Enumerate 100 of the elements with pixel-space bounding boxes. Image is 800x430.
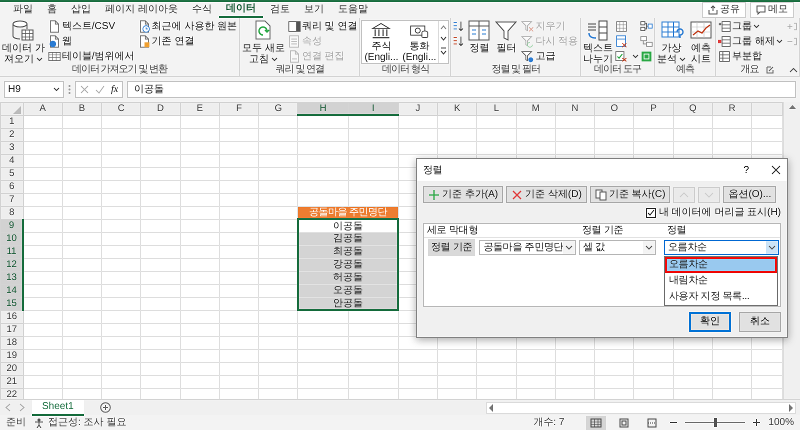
row-header[interactable]: 3 (0, 141, 23, 154)
sheet-tab[interactable]: Sheet1 (32, 400, 84, 416)
accessibility-button[interactable]: 접근성: 조사 필요 (34, 415, 126, 430)
table-cell[interactable]: 이공돌 (298, 219, 398, 232)
ribbon-button[interactable]: 필터 (493, 19, 520, 54)
column-header[interactable]: L (476, 102, 516, 116)
column-header[interactable]: O (594, 102, 634, 116)
ribbon-tab[interactable]: 홈 (40, 3, 64, 17)
column-header[interactable]: J (398, 102, 438, 116)
ribbon-tab[interactable]: 삽입 (64, 3, 98, 17)
column-header[interactable]: B (62, 102, 102, 116)
ribbon-button[interactable]: 가상 분석 (656, 19, 688, 65)
order-select[interactable]: 오름차순 (664, 240, 779, 254)
group-label: 쿼리 및 연결 (274, 64, 326, 76)
ribbon-tab[interactable]: 페이지 레이아웃 (98, 3, 185, 17)
ribbon-tab[interactable]: 도움말 (330, 3, 375, 17)
sort-on-select[interactable]: 셀 값 (579, 240, 656, 254)
toolbar-button[interactable]: 기준 추가(A) (423, 186, 504, 203)
table-cell[interactable]: 강공돌 (298, 258, 398, 272)
ribbon-button[interactable]: 테이블/범위에서 (46, 49, 136, 63)
column-select[interactable]: 공돌마을 주민명단 (479, 240, 576, 254)
column-header[interactable]: P (634, 102, 674, 116)
table-cell[interactable]: 오공돌 (298, 284, 398, 298)
row-header[interactable]: 4 (0, 154, 23, 168)
table-cell[interactable]: 허공돌 (298, 271, 398, 284)
ribbon-button[interactable]: 기존 연결 (136, 34, 238, 48)
column-header[interactable]: K (438, 102, 477, 116)
column-header[interactable]: F (219, 102, 259, 116)
column-header[interactable]: I (348, 102, 398, 116)
ribbon-button[interactable]: 모두 새로 고침 (241, 19, 286, 65)
ribbon-tab[interactable]: 검토 (262, 3, 297, 17)
column-header[interactable]: M (516, 102, 556, 116)
row-header[interactable]: 12 (0, 258, 23, 272)
ribbon-button[interactable]: 정렬 (466, 19, 492, 54)
column-header[interactable]: Q (673, 102, 712, 116)
ribbon-button[interactable]: 부분합 (717, 49, 784, 63)
row-header[interactable]: 19 (0, 349, 23, 362)
column-header[interactable]: G (258, 102, 298, 116)
share-button[interactable]: 공유 (702, 2, 746, 18)
row-header[interactable]: 1 (0, 115, 23, 128)
ok-button[interactable]: 확인 (689, 312, 731, 332)
ribbon-button[interactable]: 그룹 (717, 19, 784, 33)
row-header[interactable]: 16 (0, 310, 23, 324)
dropdown-option[interactable]: 내림차순 (665, 273, 777, 289)
table-cell[interactable]: 안공돌 (298, 297, 398, 310)
row-header[interactable]: 15 (0, 297, 23, 310)
name-box[interactable]: H9 (4, 81, 64, 98)
row-header[interactable]: 18 (0, 336, 23, 350)
data-type-button[interactable]: 주식 (Engli... (362, 21, 400, 63)
row-header[interactable]: 20 (0, 362, 23, 376)
column-header[interactable]: H (298, 102, 348, 116)
ribbon-button[interactable]: 텍스트/CSV (46, 19, 136, 33)
column-header[interactable]: D (140, 102, 180, 116)
column-header[interactable]: A (23, 102, 62, 116)
ribbon-button[interactable]: 웹 (46, 34, 136, 48)
row-header[interactable]: 13 (0, 271, 23, 284)
help-button[interactable]: ? (737, 162, 755, 178)
insert-function-button[interactable]: fx (111, 82, 118, 98)
toolbar-button[interactable]: 옵션(O)... (723, 186, 776, 203)
column-header[interactable]: E (180, 102, 220, 116)
cancel-button[interactable]: 취소 (739, 312, 781, 332)
ribbon-tab[interactable]: 보기 (296, 3, 331, 17)
column-header[interactable]: R (712, 102, 752, 116)
group-label: 데이터 도구 (593, 64, 642, 76)
data-type-button[interactable]: 통화 (Engli... (400, 21, 438, 63)
table-cell[interactable]: 김공돌 (298, 232, 398, 246)
ribbon-button[interactable]: 그룹 해제 (717, 34, 784, 48)
ribbon-button[interactable]: 쿼리 및 연결 (286, 19, 358, 33)
dropdown-option[interactable]: 오름차순 (665, 257, 777, 273)
level-label[interactable]: 정렬 기준 (428, 238, 476, 256)
ribbon-button[interactable]: 텍스트 나누기 (582, 19, 614, 65)
ribbon-button[interactable]: 최근에 사용한 원본 (136, 19, 238, 33)
row-header[interactable]: 8 (0, 206, 23, 220)
ribbon-tab[interactable]: 파일 (6, 3, 40, 17)
column-header[interactable]: N (555, 102, 595, 116)
ribbon-tab[interactable]: 수식 (184, 3, 219, 17)
toolbar-button[interactable]: 기준 삭제(D) (506, 186, 587, 203)
row-header[interactable]: 2 (0, 128, 23, 142)
row-header[interactable]: 5 (0, 167, 23, 180)
row-header[interactable]: 17 (0, 323, 23, 336)
row-header[interactable]: 14 (0, 284, 23, 298)
ribbon-button[interactable]: 고급 (520, 49, 580, 63)
row-header[interactable]: 10 (0, 232, 23, 246)
row-header[interactable]: 21 (0, 375, 23, 388)
toolbar-button[interactable]: 기준 복사(C) (590, 186, 670, 203)
row-header[interactable]: 9 (0, 219, 23, 232)
ribbon-button[interactable]: 예측 시트 (688, 19, 714, 65)
row-header[interactable]: 6 (0, 180, 23, 194)
zoom-level[interactable]: 100% (768, 415, 794, 430)
ribbon-tab[interactable]: 데이터 (218, 2, 263, 18)
row-header[interactable]: 11 (0, 245, 23, 258)
dropdown-option[interactable]: 사용자 지정 목록... (665, 289, 777, 305)
comments-button[interactable]: 메모 (750, 2, 794, 18)
table-cell[interactable]: 최공돌 (298, 245, 398, 258)
header-checkbox[interactable]: 내 데이터에 머리글 표시(H) (646, 205, 781, 220)
row-header[interactable]: 22 (0, 388, 23, 399)
column-header[interactable]: C (102, 102, 141, 116)
ribbon-button[interactable]: 데이터 가 져오기 (1, 19, 46, 65)
formula-input[interactable]: 이공돌 (127, 81, 796, 98)
row-header[interactable]: 7 (0, 193, 23, 206)
